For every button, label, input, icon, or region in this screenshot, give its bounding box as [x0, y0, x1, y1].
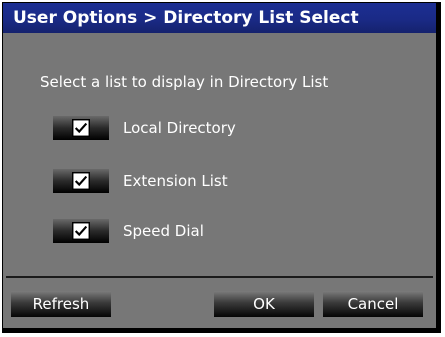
ok-button[interactable]: OK	[214, 291, 314, 317]
local-directory-label: Local Directory	[123, 119, 236, 137]
instruction-text: Select a list to display in Directory Li…	[40, 73, 329, 91]
cancel-button[interactable]: Cancel	[323, 291, 423, 317]
local-directory-checkbox[interactable]	[53, 116, 109, 140]
check-icon	[72, 172, 90, 190]
check-icon	[72, 119, 90, 137]
speed-dial-label: Speed Dial	[123, 222, 204, 240]
dialog-title: User Options > Directory List Select	[3, 3, 436, 33]
option-extension-list[interactable]: Extension List	[53, 168, 228, 194]
extension-list-checkbox[interactable]	[53, 169, 109, 193]
dialog-body: Select a list to display in Directory Li…	[3, 33, 436, 328]
refresh-button[interactable]: Refresh	[11, 291, 111, 317]
option-speed-dial[interactable]: Speed Dial	[53, 218, 204, 244]
extension-list-label: Extension List	[123, 172, 228, 190]
check-icon	[72, 222, 90, 240]
speed-dial-checkbox[interactable]	[53, 219, 109, 243]
divider	[6, 276, 433, 278]
option-local-directory[interactable]: Local Directory	[53, 115, 236, 141]
